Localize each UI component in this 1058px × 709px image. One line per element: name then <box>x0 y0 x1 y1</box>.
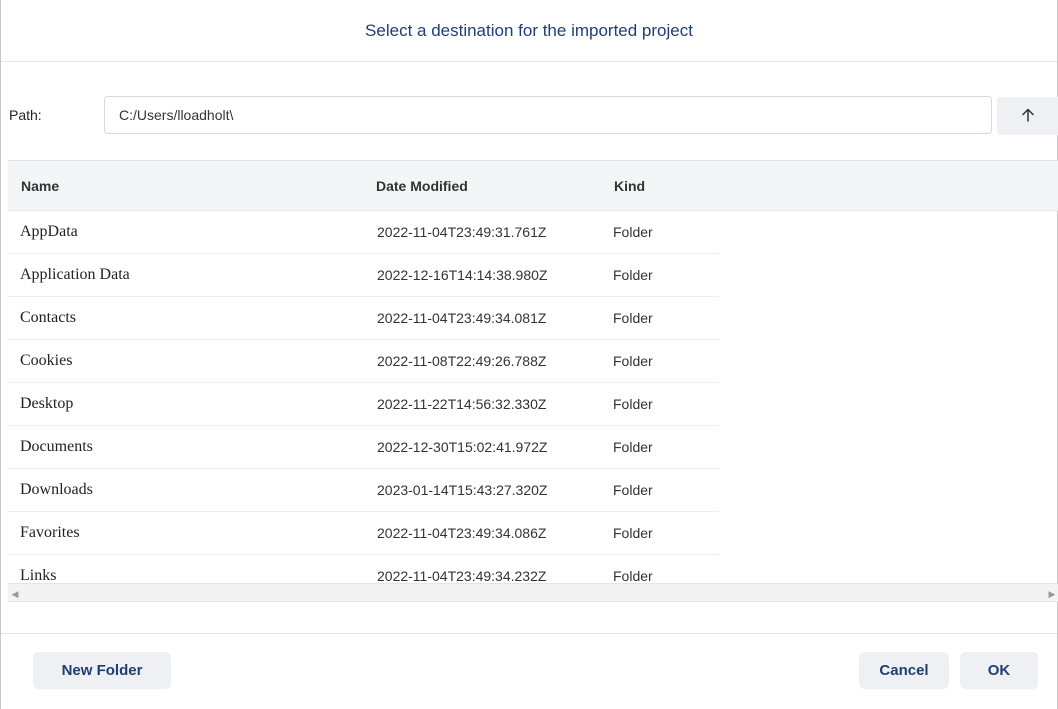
file-kind: Folder <box>613 568 653 584</box>
column-header-name[interactable]: Name <box>21 178 59 194</box>
table-row[interactable]: Contacts 2022-11-04T23:49:34.081Z Folder <box>8 297 719 340</box>
table-row[interactable]: Downloads 2023-01-14T15:43:27.320Z Folder <box>8 469 719 512</box>
ok-button[interactable]: OK <box>960 652 1038 689</box>
path-input[interactable] <box>104 96 992 134</box>
parent-folder-button[interactable] <box>997 97 1058 135</box>
file-date-modified: 2022-12-30T15:02:41.972Z <box>377 439 548 455</box>
file-name: Application Data <box>20 266 130 283</box>
file-kind: Folder <box>613 310 653 326</box>
file-date-modified: 2022-11-22T14:56:32.330Z <box>377 396 547 412</box>
table-row[interactable]: AppData 2022-11-04T23:49:31.761Z Folder <box>8 211 719 254</box>
column-header-kind[interactable]: Kind <box>614 178 645 194</box>
dialog-title-bar: Select a destination for the imported pr… <box>1 0 1057 62</box>
cancel-button[interactable]: Cancel <box>859 652 949 689</box>
dialog-title: Select a destination for the imported pr… <box>365 20 693 40</box>
file-table: Name Date Modified Kind AppData 2022-11-0… <box>8 160 1058 602</box>
table-row[interactable]: Cookies 2022-11-08T22:49:26.788Z Folder <box>8 340 719 383</box>
horizontal-scrollbar[interactable]: ◀ ▶ <box>8 583 1058 601</box>
file-date-modified: 2022-11-04T23:49:34.081Z <box>377 310 547 326</box>
table-row[interactable]: Documents 2022-12-30T15:02:41.972Z Folder <box>8 426 719 469</box>
file-name: Contacts <box>20 309 76 326</box>
file-date-modified: 2022-11-08T22:49:26.788Z <box>377 353 547 369</box>
file-name: Desktop <box>20 395 74 412</box>
file-name: Documents <box>20 438 93 455</box>
scroll-left-icon[interactable]: ◀ <box>8 589 22 600</box>
file-kind: Folder <box>613 224 653 240</box>
new-folder-button[interactable]: New Folder <box>33 652 171 689</box>
table-row[interactable]: Favorites 2022-11-04T23:49:34.086Z Folder <box>8 512 719 555</box>
file-kind: Folder <box>613 482 653 498</box>
file-name: AppData <box>20 223 78 240</box>
file-name: Favorites <box>20 524 80 541</box>
table-row[interactable]: Application Data 2022-12-16T14:14:38.980Z… <box>8 254 719 297</box>
file-kind: Folder <box>613 267 653 283</box>
path-label: Path: <box>9 107 42 123</box>
table-body: AppData 2022-11-04T23:49:31.761Z Folder App… <box>8 211 1058 598</box>
table-row[interactable]: Desktop 2022-11-22T14:56:32.330Z Folder <box>8 383 719 426</box>
file-date-modified: 2022-11-04T23:49:34.232Z <box>377 568 547 584</box>
file-date-modified: 2023-01-14T15:43:27.320Z <box>377 482 548 498</box>
scroll-right-icon[interactable]: ▶ <box>1045 589 1058 600</box>
file-kind: Folder <box>613 396 653 412</box>
file-kind: Folder <box>613 353 653 369</box>
arrow-up-icon <box>1020 107 1036 126</box>
dialog-footer: New Folder Cancel OK <box>1 633 1057 709</box>
file-date-modified: 2022-11-04T23:49:31.761Z <box>377 224 547 240</box>
file-date-modified: 2022-11-04T23:49:34.086Z <box>377 525 547 541</box>
file-name: Downloads <box>20 481 93 498</box>
import-destination-dialog: Select a destination for the imported pr… <box>0 0 1058 709</box>
file-kind: Folder <box>613 439 653 455</box>
file-name: Cookies <box>20 352 73 369</box>
column-header-date-modified[interactable]: Date Modified <box>376 178 468 194</box>
file-date-modified: 2022-12-16T14:14:38.980Z <box>377 267 548 283</box>
file-kind: Folder <box>613 525 653 541</box>
table-header: Name Date Modified Kind <box>8 161 1058 211</box>
